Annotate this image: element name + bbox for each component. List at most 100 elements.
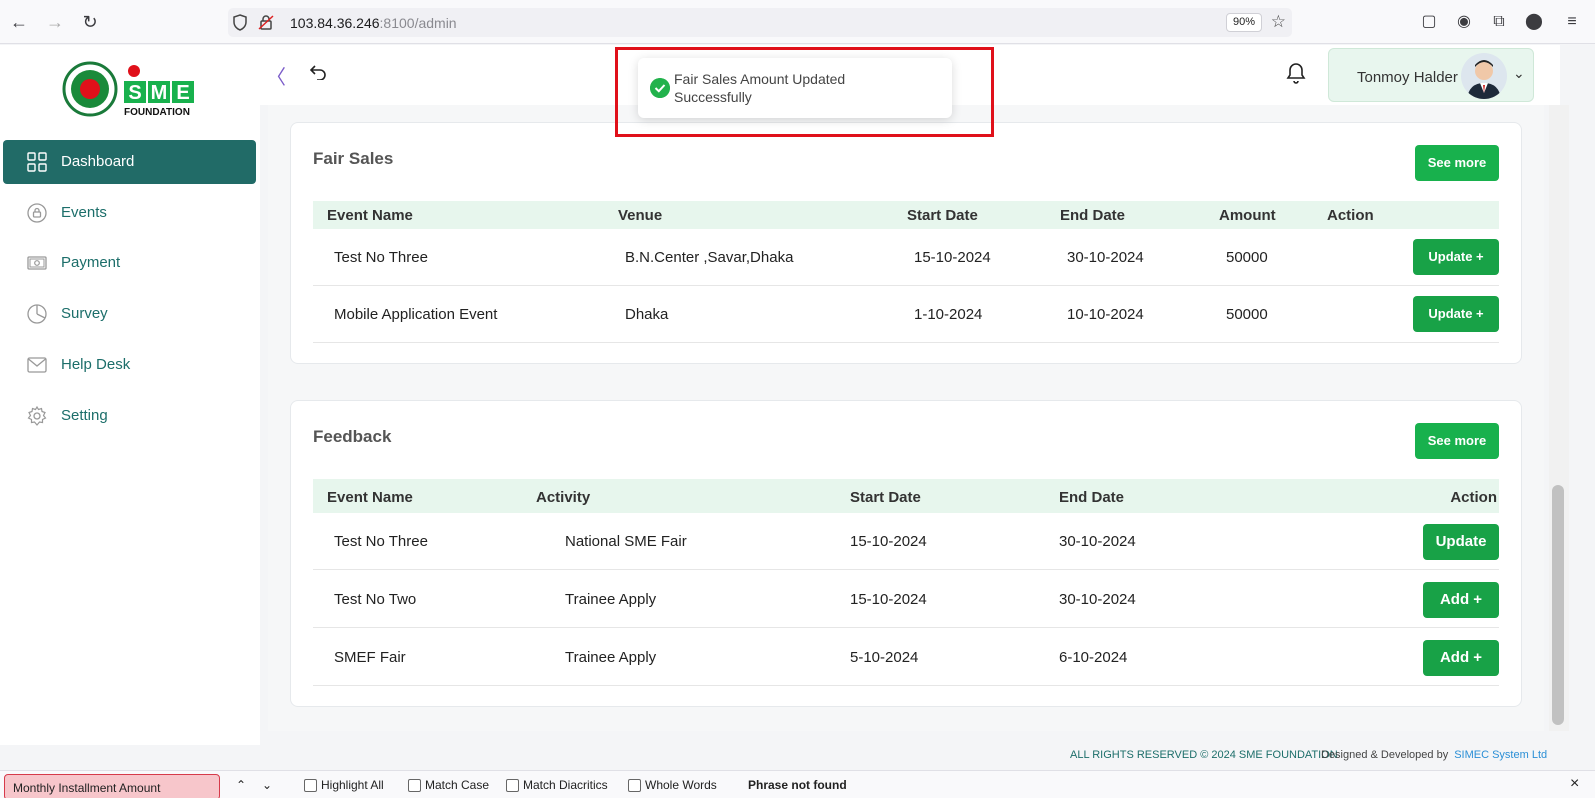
checkbox-label: Match Case: [425, 778, 490, 792]
table-header: Event Name Activity Start Date End Date …: [313, 479, 1499, 513]
developer-credit: Designed & Developed by SIMEC System Ltd: [1321, 749, 1547, 761]
shield-icon[interactable]: [232, 14, 248, 31]
sidebar-item-survey[interactable]: Survey: [3, 292, 256, 336]
match-case-checkbox[interactable]: Match Case: [408, 778, 489, 792]
account-icon[interactable]: ◉: [1454, 12, 1474, 32]
column-header: Start Date: [850, 489, 921, 506]
cell-end-date: 10-10-2024: [1067, 306, 1144, 323]
reload-icon[interactable]: ↻: [80, 12, 100, 32]
sidebar-item-events[interactable]: Events: [3, 191, 256, 235]
page-scrollbar[interactable]: [1549, 105, 1569, 731]
svg-text:M: M: [151, 82, 168, 104]
checkbox-box: [506, 778, 519, 792]
highlight-box: [615, 47, 994, 137]
zoom-level[interactable]: 90%: [1225, 13, 1262, 32]
whole-words-checkbox[interactable]: Whole Words: [628, 778, 717, 792]
address-bar[interactable]: 103.84.36.246:8100/admin 90% ☆: [228, 8, 1292, 37]
footer: ALL RIGHTS RESERVED © 2024 SME FOUNDATIO…: [260, 745, 1560, 767]
cell-start-date: 1-10-2024: [914, 306, 983, 323]
back-arrow-icon[interactable]: ←: [9, 12, 29, 32]
find-previous-icon[interactable]: ⌃: [236, 778, 246, 792]
cell-end-date: 30-10-2024: [1059, 533, 1136, 550]
bookmark-star-icon[interactable]: ☆: [1271, 12, 1286, 32]
update-button[interactable]: Update +: [1413, 296, 1499, 332]
column-header: Event Name: [327, 489, 413, 506]
designed-by-text: Designed & Developed by: [1321, 749, 1449, 761]
cell-event: Test No Three: [334, 249, 428, 266]
match-diacritics-checkbox[interactable]: Match Diacritics: [506, 778, 608, 792]
user-menu[interactable]: Tonmoy Halder ⌄: [1328, 48, 1534, 102]
card-title: Feedback: [313, 427, 392, 446]
sme-foundation-logo[interactable]: S M E FOUNDATION: [62, 59, 202, 119]
pocket-icon[interactable]: ▢: [1419, 12, 1439, 32]
column-header: Venue: [618, 207, 663, 224]
extensions-icon[interactable]: ⧉: [1489, 12, 1509, 32]
developer-link[interactable]: SIMEC System Ltd: [1454, 749, 1547, 761]
sidebar-item-setting[interactable]: Setting: [3, 394, 256, 438]
card-title: Fair Sales: [313, 149, 394, 168]
collapse-sidebar-icon[interactable]: 〈: [266, 61, 286, 90]
cell-start-date: 15-10-2024: [850, 533, 927, 550]
find-status: Phrase not found: [748, 778, 847, 792]
svg-text:E: E: [176, 82, 189, 104]
table-header: Event Name Venue Start Date End Date Amo…: [313, 201, 1499, 229]
column-header: Amount: [1219, 207, 1276, 224]
see-more-button[interactable]: See more: [1415, 145, 1499, 181]
sidebar-item-payment[interactable]: Payment: [3, 241, 256, 285]
cell-event: Test No Three: [334, 533, 428, 550]
svg-text:FOUNDATION: FOUNDATION: [124, 107, 190, 118]
see-more-button[interactable]: See more: [1415, 423, 1499, 459]
extension-badge-icon[interactable]: ⬤: [1524, 12, 1544, 32]
menu-icon[interactable]: ≡: [1562, 12, 1582, 32]
add-button[interactable]: Add +: [1423, 582, 1499, 618]
checkbox-label: Match Diacritics: [523, 778, 608, 792]
sidebar-item-label: Events: [61, 204, 107, 221]
cell-event: Mobile Application Event: [334, 306, 498, 323]
sidebar-item-label: Dashboard: [61, 153, 135, 170]
sidebar: S M E FOUNDATION Dashboard Events Paymen…: [0, 45, 260, 745]
cell-start-date: 5-10-2024: [850, 649, 919, 666]
find-bar: Monthly Installment Amount ⌃ ⌄ Highlight…: [0, 770, 1595, 798]
cell-end-date: 6-10-2024: [1059, 649, 1128, 666]
undo-icon[interactable]: [310, 64, 326, 80]
grid-icon: [27, 152, 47, 172]
lock-circle-icon: [27, 203, 47, 223]
sidebar-item-dashboard[interactable]: Dashboard: [3, 140, 256, 184]
highlight-all-checkbox[interactable]: Highlight All: [304, 778, 384, 792]
column-header: End Date: [1060, 207, 1126, 224]
column-header: Start Date: [907, 207, 978, 224]
fair-sales-card: Fair Sales See more Event Name Venue Sta…: [290, 122, 1522, 364]
close-find-icon[interactable]: ×: [1570, 775, 1579, 793]
find-input[interactable]: Monthly Installment Amount: [4, 774, 220, 798]
table-row: Test No Three B.N.Center ,Savar,Dhaka 15…: [313, 229, 1499, 286]
sidebar-item-label: Setting: [61, 407, 108, 424]
cell-start-date: 15-10-2024: [850, 591, 927, 608]
update-button[interactable]: Update: [1423, 524, 1499, 560]
sidebar-item-label: Survey: [61, 305, 108, 322]
sidebar-item-label: Help Desk: [61, 356, 131, 373]
scrollbar-thumb[interactable]: [1552, 485, 1564, 725]
cell-end-date: 30-10-2024: [1067, 249, 1144, 266]
browser-toolbar: ← → ↻ 103.84.36.246:8100/admin 90% ☆ ▢ ◉…: [0, 0, 1595, 44]
cell-activity: Trainee Apply: [565, 649, 657, 666]
cell-venue: B.N.Center ,Savar,Dhaka: [625, 249, 794, 266]
table-row: Test No Two Trainee Apply 15-10-2024 30-…: [313, 571, 1499, 628]
user-name: Tonmoy Halder: [1357, 69, 1458, 86]
sidebar-item-label: Payment: [61, 254, 121, 271]
forward-arrow-icon[interactable]: →: [45, 12, 65, 32]
pie-icon: [27, 304, 47, 324]
chevron-down-icon[interactable]: ⌄: [1513, 65, 1525, 82]
update-button[interactable]: Update +: [1413, 239, 1499, 275]
cell-activity: National SME Fair: [565, 533, 687, 550]
insecure-lock-icon[interactable]: [258, 14, 274, 31]
find-next-icon[interactable]: ⌄: [262, 778, 272, 792]
gear-icon: [27, 406, 47, 426]
add-button[interactable]: Add +: [1423, 640, 1499, 676]
cell-event: Test No Two: [334, 591, 417, 608]
table-row: Test No Three National SME Fair 15-10-20…: [313, 513, 1499, 570]
sidebar-item-help-desk[interactable]: Help Desk: [3, 343, 256, 387]
url-host: 103.84.36.246: [290, 15, 380, 31]
column-header: Activity: [536, 489, 591, 506]
bell-icon[interactable]: [1284, 61, 1308, 85]
cell-activity: Trainee Apply: [565, 591, 657, 608]
